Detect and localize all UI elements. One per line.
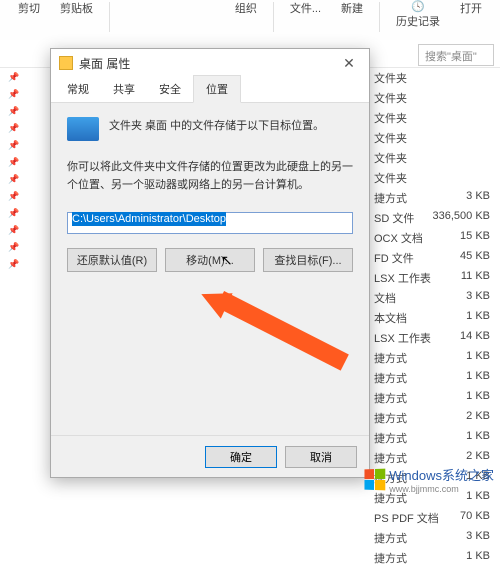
close-icon[interactable]: ✕ bbox=[337, 55, 361, 72]
tab-0[interactable]: 常规 bbox=[55, 76, 101, 102]
pin-icon: 📌 bbox=[8, 225, 26, 236]
table-row[interactable]: 捷方式1 KB bbox=[370, 548, 500, 568]
ribbon-file[interactable]: 文件... bbox=[280, 0, 331, 16]
move-button[interactable]: 移动(M)... bbox=[165, 248, 255, 272]
ribbon-new: 新建 bbox=[331, 0, 373, 16]
history-icon: 🕓 bbox=[411, 0, 425, 13]
table-row[interactable]: 捷方式2 KB bbox=[370, 408, 500, 428]
watermark: Windows系统之家 www.bjjmmc.com bbox=[364, 465, 494, 494]
pin-icon: 📌 bbox=[8, 259, 26, 270]
table-row[interactable]: 捷方式3 KB bbox=[370, 528, 500, 548]
desktop-folder-icon bbox=[67, 117, 99, 141]
tab-3[interactable]: 位置 bbox=[193, 75, 241, 103]
tab-2[interactable]: 安全 bbox=[147, 76, 193, 102]
table-row[interactable]: 文件夹 bbox=[370, 168, 500, 188]
table-row[interactable]: OCX 文档15 KB bbox=[370, 228, 500, 248]
pin-icon: 📌 bbox=[8, 191, 26, 202]
pin-icon: 📌 bbox=[8, 123, 26, 134]
tab-1[interactable]: 共享 bbox=[101, 76, 147, 102]
table-row[interactable]: 文件夹 bbox=[370, 88, 500, 108]
ribbon-clipboard-label: 剪贴板 bbox=[50, 0, 103, 16]
desc-line1: 文件夹 桌面 中的文件存储于以下目标位置。 bbox=[109, 117, 324, 133]
table-row[interactable]: 捷方式1 KB bbox=[370, 388, 500, 408]
windows-logo-icon bbox=[365, 469, 386, 491]
table-row[interactable]: 文件夹 bbox=[370, 108, 500, 128]
pin-icon: 📌 bbox=[8, 106, 26, 117]
table-row[interactable]: 本文档1 KB bbox=[370, 308, 500, 328]
pin-icon: 📌 bbox=[8, 140, 26, 151]
table-row[interactable]: 文件夹 bbox=[370, 148, 500, 168]
table-row[interactable]: 文件夹 bbox=[370, 128, 500, 148]
table-row[interactable]: PS PDF 文档70 KB bbox=[370, 508, 500, 528]
search-input[interactable]: 搜索"桌面" bbox=[418, 44, 494, 66]
desc-line2: 你可以将此文件夹中文件存储的位置更改为此硬盘上的另一个位置、另一个驱动器或网络上… bbox=[67, 159, 353, 194]
ribbon-open: 打开 bbox=[450, 0, 492, 16]
pin-icon: 📌 bbox=[8, 72, 26, 83]
dialog-title: 桌面 属性 bbox=[79, 55, 337, 72]
table-row[interactable]: 文档3 KB bbox=[370, 288, 500, 308]
pin-icon: 📌 bbox=[8, 174, 26, 185]
cancel-button[interactable]: 取消 bbox=[285, 446, 357, 468]
table-row[interactable]: FD 文件45 KB bbox=[370, 248, 500, 268]
table-row[interactable]: 文件夹 bbox=[370, 68, 500, 88]
folder-icon bbox=[59, 56, 73, 70]
cursor-icon: ↖ bbox=[221, 252, 233, 269]
restore-default-button[interactable]: 还原默认值(R) bbox=[67, 248, 157, 272]
table-row[interactable]: 捷方式3 KB bbox=[370, 188, 500, 208]
table-row[interactable]: 捷方式1 KB bbox=[370, 428, 500, 448]
table-row[interactable]: 捷方式1 KB bbox=[370, 368, 500, 388]
ribbon-org: 组织 bbox=[225, 0, 267, 16]
pin-icon: 📌 bbox=[8, 89, 26, 100]
pin-icon: 📌 bbox=[8, 157, 26, 168]
ok-button[interactable]: 确定 bbox=[205, 446, 277, 468]
path-input[interactable]: C:\Users\Administrator\Desktop bbox=[67, 212, 353, 234]
table-row[interactable]: LSX 工作表14 KB bbox=[370, 328, 500, 348]
pin-icon: 📌 bbox=[8, 242, 26, 253]
table-row[interactable]: 捷方式1 KB bbox=[370, 348, 500, 368]
pin-icon: 📌 bbox=[8, 208, 26, 219]
properties-dialog: 桌面 属性 ✕ 常规共享安全位置 文件夹 桌面 中的文件存储于以下目标位置。 你… bbox=[50, 48, 370, 478]
ribbon-history[interactable]: 🕓 历史记录 bbox=[386, 0, 450, 29]
table-row[interactable]: LSX 工作表11 KB bbox=[370, 268, 500, 288]
ribbon-cut[interactable]: 剪切 bbox=[8, 0, 50, 16]
find-target-button[interactable]: 查找目标(F)... bbox=[263, 248, 353, 272]
table-row[interactable]: SD 文件336,500 KB bbox=[370, 208, 500, 228]
